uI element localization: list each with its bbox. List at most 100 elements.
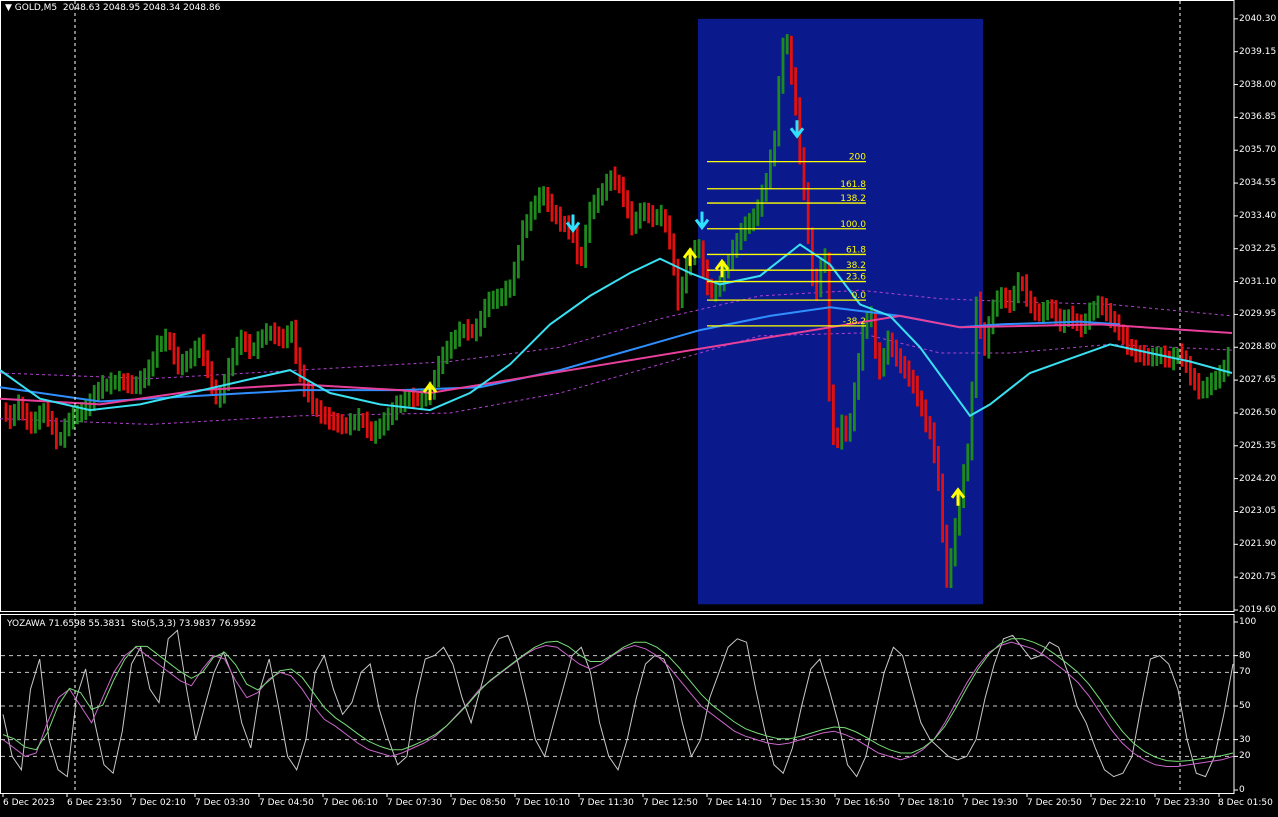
indicator-header: YOZAWA 71.6598 55.3831 Sto(5,3,3) 73.983… bbox=[7, 619, 256, 630]
candle bbox=[580, 246, 583, 266]
candle bbox=[890, 332, 894, 358]
candle bbox=[416, 392, 419, 407]
chart-canvas[interactable]: 200161.8138.2100.061.838.223.60.0-38.2 bbox=[0, 0, 1278, 817]
envelope-lower-line bbox=[0, 332, 1233, 425]
candle bbox=[286, 325, 289, 349]
candle bbox=[378, 418, 382, 439]
candle bbox=[487, 291, 491, 318]
candle bbox=[550, 193, 554, 222]
candle bbox=[29, 411, 33, 434]
candle bbox=[17, 394, 20, 421]
candle bbox=[273, 322, 277, 345]
time-axis-label: 7 Dec 20:50 bbox=[1027, 798, 1082, 808]
candle bbox=[1197, 373, 1201, 400]
candle bbox=[1029, 290, 1033, 314]
time-axis-label: 7 Dec 15:30 bbox=[771, 798, 826, 808]
candle bbox=[1058, 308, 1062, 332]
stoch-signal-line bbox=[2, 641, 1234, 767]
candle bbox=[764, 173, 768, 202]
candle bbox=[231, 348, 235, 377]
candle bbox=[806, 182, 810, 245]
candle bbox=[966, 443, 970, 482]
candle bbox=[458, 321, 461, 347]
candle bbox=[46, 400, 50, 427]
candle bbox=[126, 372, 130, 394]
candle bbox=[1033, 296, 1037, 321]
time-axis-label: 7 Dec 16:50 bbox=[835, 798, 890, 808]
candle bbox=[659, 204, 663, 227]
candle bbox=[605, 173, 608, 201]
time-axis-label: 7 Dec 02:10 bbox=[131, 798, 186, 808]
fib-level-label: 23.6 bbox=[846, 273, 866, 283]
candle bbox=[592, 194, 596, 220]
candle bbox=[189, 348, 193, 369]
candle bbox=[50, 411, 54, 435]
candle bbox=[542, 186, 545, 206]
price-axis-label: 2040.30 bbox=[1239, 13, 1277, 24]
candle bbox=[386, 407, 390, 431]
candle bbox=[260, 329, 264, 348]
candle bbox=[647, 202, 650, 224]
price-axis-label: 2029.95 bbox=[1239, 309, 1277, 320]
candle bbox=[769, 149, 772, 190]
candle bbox=[1121, 324, 1125, 345]
ma-pink-line bbox=[0, 314, 1233, 406]
candle bbox=[504, 280, 508, 306]
candle bbox=[67, 412, 71, 437]
candle bbox=[382, 412, 386, 436]
candle bbox=[819, 257, 823, 298]
candle bbox=[25, 403, 29, 430]
candle bbox=[134, 376, 138, 394]
candle bbox=[953, 518, 957, 567]
candle bbox=[760, 184, 764, 217]
dropdown-triangle-icon[interactable]: ▼ bbox=[5, 3, 15, 13]
candle bbox=[554, 205, 558, 225]
candle bbox=[886, 330, 890, 365]
candle bbox=[227, 357, 230, 391]
candle bbox=[365, 411, 369, 439]
candle bbox=[911, 369, 915, 394]
candle bbox=[164, 328, 167, 352]
candle bbox=[962, 464, 965, 509]
candle bbox=[752, 208, 755, 232]
candle bbox=[206, 350, 209, 378]
candle bbox=[802, 147, 806, 201]
candle bbox=[172, 332, 176, 365]
candle bbox=[546, 187, 550, 212]
time-axis-label: 7 Dec 19:30 bbox=[963, 798, 1018, 808]
candle bbox=[1012, 285, 1016, 311]
candle bbox=[336, 413, 340, 433]
stoch-axis-label: 80 bbox=[1239, 650, 1251, 661]
candle bbox=[697, 239, 701, 259]
candle bbox=[1210, 372, 1213, 396]
time-axis-label: 7 Dec 07:30 bbox=[387, 798, 442, 808]
candle bbox=[349, 413, 352, 436]
stoch-axis-label: 70 bbox=[1239, 667, 1251, 678]
candle bbox=[559, 206, 562, 232]
candle bbox=[865, 310, 869, 339]
candle bbox=[101, 375, 104, 399]
price-axis-label: 2023.05 bbox=[1239, 506, 1277, 517]
candle bbox=[1176, 348, 1180, 364]
candle bbox=[1092, 301, 1096, 321]
candle bbox=[462, 324, 466, 339]
price-axis-label: 2024.20 bbox=[1239, 473, 1277, 484]
price-axis-label: 2026.50 bbox=[1239, 407, 1277, 418]
candle bbox=[979, 291, 982, 339]
candle bbox=[361, 413, 365, 428]
candle bbox=[626, 190, 629, 219]
candle bbox=[277, 326, 281, 347]
candle bbox=[160, 335, 163, 352]
candle bbox=[840, 414, 844, 450]
candle bbox=[143, 368, 146, 389]
candle bbox=[176, 346, 180, 375]
candle bbox=[895, 339, 898, 367]
time-axis-label: 7 Dec 08:50 bbox=[451, 798, 506, 808]
candle bbox=[4, 402, 8, 422]
candle bbox=[706, 259, 709, 296]
time-axis-label: 7 Dec 11:30 bbox=[579, 798, 634, 808]
candle bbox=[290, 321, 293, 343]
candle bbox=[433, 369, 436, 400]
price-axis-label: 2020.75 bbox=[1239, 572, 1277, 583]
price-axis-label: 2027.65 bbox=[1239, 375, 1277, 386]
